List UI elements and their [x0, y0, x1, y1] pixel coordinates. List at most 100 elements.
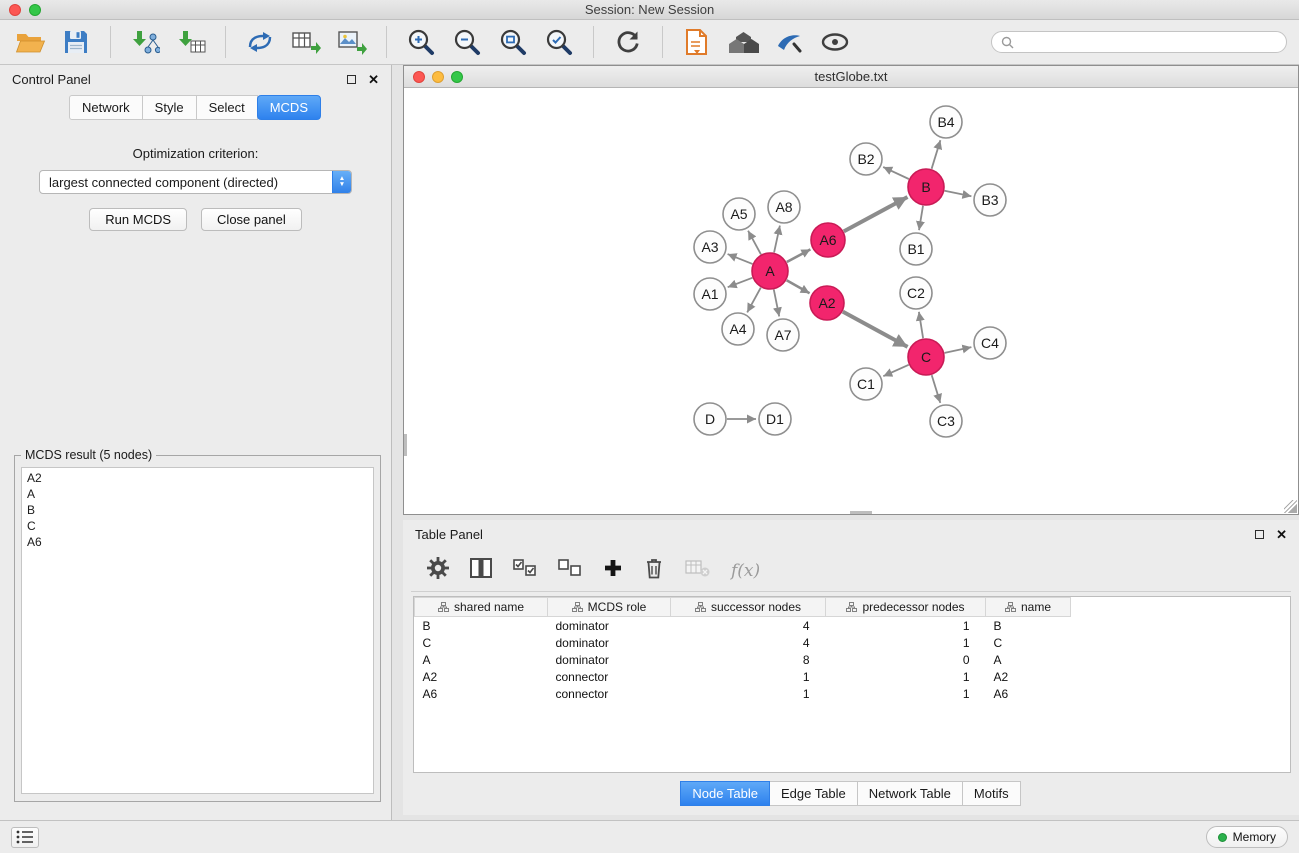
graph-edge-A2-C[interactable] — [843, 312, 908, 347]
tab-motifs[interactable]: Motifs — [962, 781, 1021, 806]
graph-edge-B-B1[interactable] — [919, 206, 923, 230]
table-cell[interactable]: C — [986, 634, 1071, 651]
save-session-button[interactable] — [58, 23, 94, 61]
deselect-all-button[interactable] — [558, 559, 582, 582]
graph-node-B3[interactable]: B3 — [974, 184, 1006, 216]
table-cell[interactable]: 4 — [671, 634, 826, 651]
graph-edge-C-C1[interactable] — [883, 365, 908, 376]
zoom-in-button[interactable] — [403, 23, 439, 61]
graph-edge-B-B4[interactable] — [932, 140, 941, 169]
graph-edge-A6-B[interactable] — [844, 197, 908, 231]
graph-edge-C-C2[interactable] — [919, 312, 923, 338]
table-cell[interactable]: 1 — [826, 617, 986, 635]
select-all-button[interactable] — [513, 559, 537, 582]
graph-node-A3[interactable]: A3 — [694, 231, 726, 263]
table-cell[interactable]: 0 — [826, 651, 986, 668]
column-header[interactable]: predecessor nodes — [826, 598, 986, 617]
zoom-window-button[interactable] — [29, 4, 41, 16]
mcds-result-list[interactable]: A2ABCA6 — [21, 467, 374, 794]
table-cell[interactable]: C — [415, 634, 548, 651]
zoom-out-button[interactable] — [449, 23, 485, 61]
graph-edge-A-A7[interactable] — [774, 290, 779, 317]
table-cell[interactable]: dominator — [548, 651, 671, 668]
close-panel-icon[interactable]: ✕ — [368, 73, 379, 86]
graph-edge-A-A1[interactable] — [728, 278, 753, 287]
table-cell[interactable]: 4 — [671, 617, 826, 635]
network-zoom-button[interactable] — [451, 71, 463, 83]
graph-node-B1[interactable]: B1 — [900, 233, 932, 265]
table-row[interactable]: Bdominator41B — [415, 617, 1071, 635]
column-header[interactable]: MCDS role — [548, 598, 671, 617]
float-panel-icon[interactable] — [1255, 530, 1264, 539]
network-canvas[interactable]: B4B2BB3A5A8A6B1A3AC2A1A2A4A7C4CC1C3DD1 — [404, 89, 1298, 514]
table-cell[interactable]: B — [415, 617, 548, 635]
table-cell[interactable]: dominator — [548, 617, 671, 635]
zoom-selected-button[interactable] — [541, 23, 577, 61]
column-header[interactable]: name — [986, 598, 1071, 617]
table-cell[interactable]: 1 — [671, 685, 826, 702]
graph-node-A4[interactable]: A4 — [722, 313, 754, 345]
table-cell[interactable]: dominator — [548, 634, 671, 651]
graph-node-C3[interactable]: C3 — [930, 405, 962, 437]
optimization-criterion-dropdown[interactable]: largest connected component (directed) ▲… — [39, 170, 352, 194]
table-row[interactable]: Adominator80A — [415, 651, 1071, 668]
network-close-button[interactable] — [413, 71, 425, 83]
refresh-button[interactable] — [610, 23, 646, 61]
table-row[interactable]: Cdominator41C — [415, 634, 1071, 651]
graph-node-B4[interactable]: B4 — [930, 106, 962, 138]
delete-column-button[interactable] — [644, 557, 664, 584]
memory-button[interactable]: Memory — [1206, 826, 1288, 848]
tab-mcds[interactable]: MCDS — [257, 95, 321, 120]
tab-network-table[interactable]: Network Table — [857, 781, 963, 806]
table-cell[interactable]: 1 — [671, 668, 826, 685]
import-table-button[interactable] — [173, 23, 209, 61]
table-cell[interactable]: 1 — [826, 668, 986, 685]
graph-edge-B-B3[interactable] — [945, 191, 972, 196]
table-cell[interactable]: 1 — [826, 685, 986, 702]
column-header[interactable]: shared name — [415, 598, 548, 617]
manage-networks-button[interactable] — [679, 23, 715, 61]
graph-node-A5[interactable]: A5 — [723, 198, 755, 230]
vertical-scrollbar-thumb[interactable] — [404, 434, 407, 456]
graph-edge-C-C4[interactable] — [945, 347, 972, 353]
table-row[interactable]: A6connector11A6 — [415, 685, 1071, 702]
clone-network-button[interactable] — [242, 23, 278, 61]
table-settings-button[interactable] — [427, 557, 449, 584]
graph-node-C1[interactable]: C1 — [850, 368, 882, 400]
graph-edge-A-A4[interactable] — [747, 288, 761, 313]
graph-node-D[interactable]: D — [694, 403, 726, 435]
graph-node-C[interactable]: C — [908, 339, 944, 375]
graph-edge-A-A5[interactable] — [748, 231, 761, 255]
graph-edge-C-C3[interactable] — [932, 375, 941, 403]
table-cell[interactable]: 1 — [826, 634, 986, 651]
show-hide-button[interactable] — [817, 23, 853, 61]
tab-node-table[interactable]: Node Table — [680, 781, 770, 806]
create-column-button[interactable] — [603, 558, 623, 583]
graph-node-C2[interactable]: C2 — [900, 277, 932, 309]
graph-edge-A-A8[interactable] — [774, 226, 780, 253]
graph-node-B2[interactable]: B2 — [850, 143, 882, 175]
table-cell[interactable]: A — [986, 651, 1071, 668]
apply-style-button[interactable] — [771, 23, 807, 61]
export-image-button[interactable] — [334, 23, 370, 61]
graph-node-A7[interactable]: A7 — [767, 319, 799, 351]
table-cell[interactable]: A6 — [415, 685, 548, 702]
graph-edge-A-A3[interactable] — [728, 254, 753, 264]
graph-node-A8[interactable]: A8 — [768, 191, 800, 223]
tab-style[interactable]: Style — [142, 95, 197, 120]
table-cell[interactable]: connector — [548, 668, 671, 685]
close-panel-button[interactable]: Close panel — [201, 208, 302, 231]
toolbar-search[interactable] — [991, 31, 1287, 53]
search-input[interactable] — [1020, 35, 1277, 49]
function-builder-button[interactable]: f(x) — [731, 561, 760, 581]
float-panel-icon[interactable] — [347, 75, 356, 84]
table-cell[interactable]: connector — [548, 685, 671, 702]
graph-node-A[interactable]: A — [752, 253, 788, 289]
tab-edge-table[interactable]: Edge Table — [769, 781, 858, 806]
run-mcds-button[interactable]: Run MCDS — [89, 208, 187, 231]
home-button[interactable] — [725, 23, 761, 61]
table-cell[interactable]: A2 — [986, 668, 1071, 685]
graph-node-A6[interactable]: A6 — [811, 223, 845, 257]
export-table-button[interactable] — [288, 23, 324, 61]
column-header[interactable]: successor nodes — [671, 598, 826, 617]
